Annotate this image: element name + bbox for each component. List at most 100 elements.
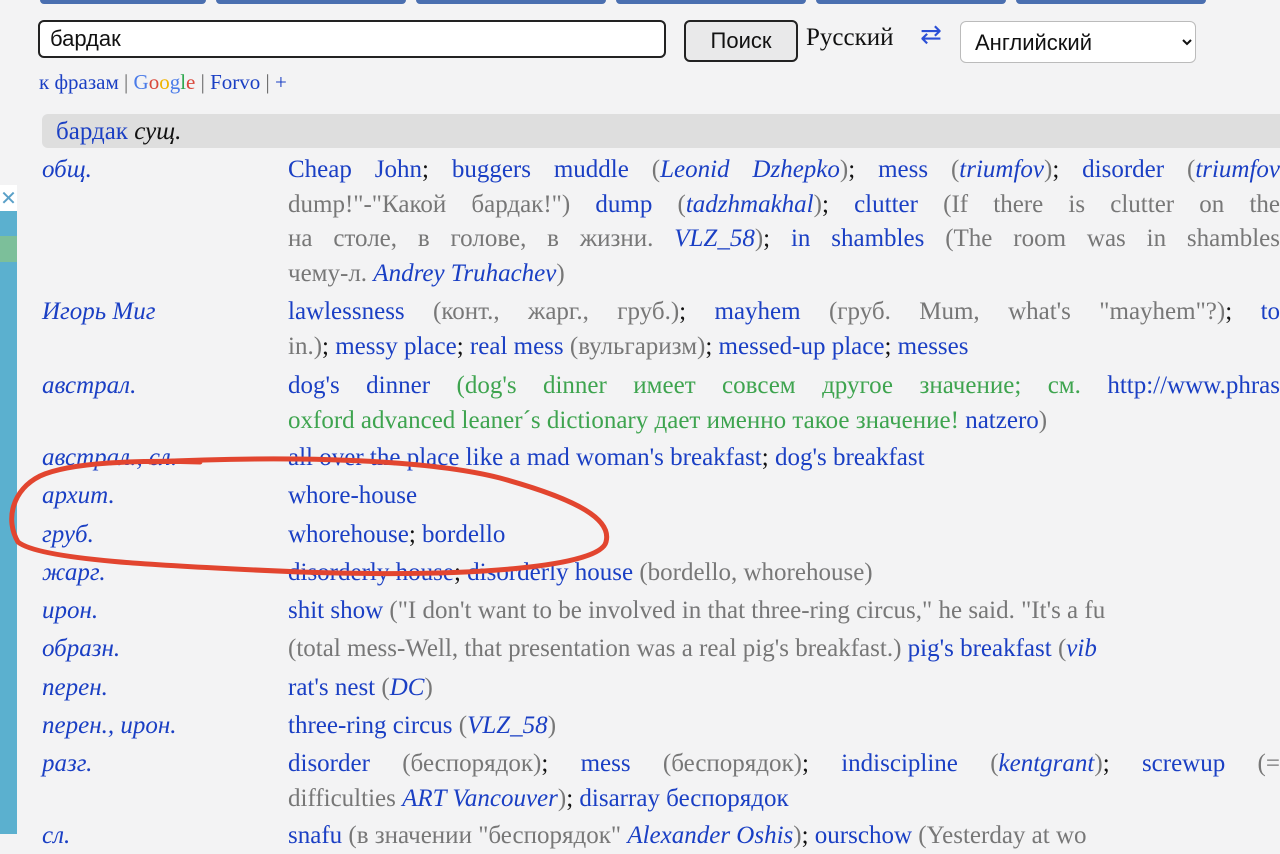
- translation-link[interactable]: disorderly house: [467, 559, 633, 586]
- translation-link[interactable]: dump: [595, 191, 652, 218]
- author-link[interactable]: triumfov: [1195, 156, 1280, 183]
- translation-link[interactable]: ourschow: [815, 822, 912, 849]
- translation-line: rat's nest (DC): [288, 671, 1280, 706]
- subject-category-link[interactable]: перен.: [42, 674, 108, 702]
- translation-link[interactable]: to: [1261, 298, 1280, 325]
- author-link[interactable]: ART Vancouver: [402, 785, 558, 812]
- subject-category-link[interactable]: архит.: [42, 482, 115, 510]
- translation-note: ;: [1225, 298, 1261, 325]
- translation-note: ): [556, 259, 565, 287]
- translation-note: ): [547, 712, 557, 739]
- translation-link[interactable]: bordello: [422, 521, 505, 548]
- translation-link[interactable]: dog's dinner: [288, 372, 430, 399]
- author-link[interactable]: Alexander Oshis: [627, 822, 793, 849]
- translation-link[interactable]: messy place: [335, 333, 456, 360]
- translation-link[interactable]: screwup: [1142, 750, 1225, 777]
- author-link[interactable]: VLZ_58: [674, 225, 755, 252]
- translation-link[interactable]: http://www.phras: [1107, 372, 1280, 399]
- author-link[interactable]: kentgrant: [999, 750, 1095, 777]
- translation-link[interactable]: disarray беспорядок: [579, 785, 788, 812]
- translation-line: dump!"-"Какой бардак!") dump (tadzhmakha…: [288, 188, 1280, 223]
- translation-link[interactable]: in shambles: [791, 225, 924, 252]
- translation-link[interactable]: all over the place like a mad woman's br…: [288, 444, 762, 471]
- translation-link[interactable]: whore-house: [288, 482, 417, 509]
- translation-note: (: [652, 190, 686, 218]
- translations-cell: three-ring circus (VLZ_58): [288, 709, 1280, 744]
- author-link[interactable]: vib: [1066, 635, 1097, 662]
- translation-link[interactable]: dog's breakfast: [775, 444, 925, 471]
- subject-category-link[interactable]: груб.: [42, 521, 94, 549]
- translation-link[interactable]: mess: [581, 750, 631, 777]
- translation-link[interactable]: clutter: [854, 191, 918, 218]
- translation-table: общ. Cheap John; buggers muddle (Leonid D…: [0, 0, 1280, 849]
- subject-category-link[interactable]: австрал.: [42, 372, 136, 400]
- translation-link[interactable]: lawlessness: [288, 298, 405, 325]
- author-link[interactable]: triumfov: [959, 156, 1044, 183]
- translation-note: на столе, в голове, в жизни.: [288, 225, 675, 252]
- translation-note: (в значении "беспорядок": [342, 822, 628, 849]
- translation-link[interactable]: disorder: [288, 750, 370, 777]
- translation-note: ;: [1052, 156, 1083, 183]
- translation-note: (конт., жарг., груб.): [404, 298, 680, 325]
- translation-note: ;: [566, 784, 580, 812]
- author-link[interactable]: DC: [390, 674, 425, 701]
- subject-category-link[interactable]: Игорь Миг: [42, 298, 156, 326]
- subject-category-link[interactable]: перен., ирон.: [42, 712, 177, 740]
- translation-link[interactable]: disorder: [1082, 156, 1164, 183]
- translation-note: (: [452, 712, 468, 739]
- subject-category-link[interactable]: разг.: [42, 750, 92, 778]
- translation-link[interactable]: natzero: [965, 407, 1039, 434]
- translation-link[interactable]: pig's breakfast: [908, 635, 1052, 662]
- author-link[interactable]: tadzhmakhal: [686, 191, 814, 218]
- translations-cell: all over the place like a mad woman's br…: [288, 441, 1280, 476]
- translation-note: (: [1051, 635, 1067, 662]
- translation-note: [570, 191, 595, 218]
- translation-link[interactable]: indiscipline: [841, 750, 958, 777]
- translation-note: чему-л.: [288, 259, 374, 287]
- translation-link[interactable]: messed-up place: [719, 333, 885, 360]
- translation-line: difficulties ART Vancouver); disarray бе…: [288, 782, 1280, 817]
- author-link[interactable]: VLZ_58: [467, 712, 548, 739]
- translation-link[interactable]: Cheap John: [288, 156, 422, 183]
- translation-line: на столе, в голове, в жизни. VLZ_58); in…: [288, 222, 1280, 257]
- translation-link[interactable]: mess: [878, 156, 928, 183]
- translation-link[interactable]: mayhem: [715, 298, 801, 325]
- translation-note: (=: [1225, 750, 1280, 777]
- translation-note: oxford advanced leaner´s dictionary дает…: [288, 406, 966, 434]
- subject-category-link[interactable]: сл.: [42, 822, 70, 850]
- translation-note: (If there is clutter on the: [917, 190, 1280, 218]
- translation-link[interactable]: three-ring circus: [288, 712, 453, 739]
- translation-line: all over the place like a mad woman's br…: [288, 441, 1280, 476]
- translation-link[interactable]: rat's nest: [288, 674, 375, 701]
- author-link[interactable]: Leonid Dzhepko: [660, 156, 840, 183]
- translations-cell: lawlessness (конт., жарг., груб.); mayhe…: [288, 295, 1280, 364]
- translation-line: Cheap John; buggers muddle (Leonid Dzhep…: [288, 153, 1280, 188]
- translation-link[interactable]: shit show: [288, 597, 383, 624]
- translation-line: чему-л. Andrey Truhachev): [288, 257, 1280, 292]
- translation-line: in.); messy place; real mess (вульгаризм…: [288, 330, 1280, 365]
- subject-category-link[interactable]: ирон.: [42, 597, 98, 625]
- translation-link[interactable]: messes: [898, 333, 969, 360]
- translations-cell: whore-house: [288, 479, 1280, 514]
- translation-note: ;: [456, 332, 470, 360]
- subject-category-link[interactable]: общ.: [42, 156, 92, 184]
- author-link[interactable]: Andrey Truhachev: [373, 260, 556, 287]
- translation-note: (total mess-Well, that presentation was …: [288, 635, 902, 662]
- translation-note: (Yesterday at wo: [912, 822, 1087, 849]
- translation-link[interactable]: snafu: [288, 822, 342, 849]
- translation-note: ;: [453, 559, 468, 586]
- translation-note: dump!"-"Какой бардак!"): [288, 190, 571, 218]
- translation-link[interactable]: whorehouse: [288, 521, 409, 548]
- translation-line: whore-house: [288, 479, 1280, 514]
- translation-note: ;: [541, 750, 581, 777]
- translation-note: (беспорядок): [369, 750, 542, 777]
- translation-link[interactable]: disorderly house: [288, 559, 454, 586]
- translation-line: snafu (в значении "беспорядок" Alexander…: [288, 819, 1280, 854]
- translation-note: ;: [679, 298, 715, 325]
- translation-line: disorderly house; disorderly house (bord…: [288, 556, 1280, 591]
- subject-category-link[interactable]: жарг.: [42, 559, 106, 587]
- translation-link[interactable]: buggers muddle: [452, 156, 629, 183]
- translation-link[interactable]: real mess: [470, 333, 564, 360]
- subject-category-link[interactable]: австрал., сл.: [42, 444, 177, 472]
- subject-category-link[interactable]: образн.: [42, 635, 120, 663]
